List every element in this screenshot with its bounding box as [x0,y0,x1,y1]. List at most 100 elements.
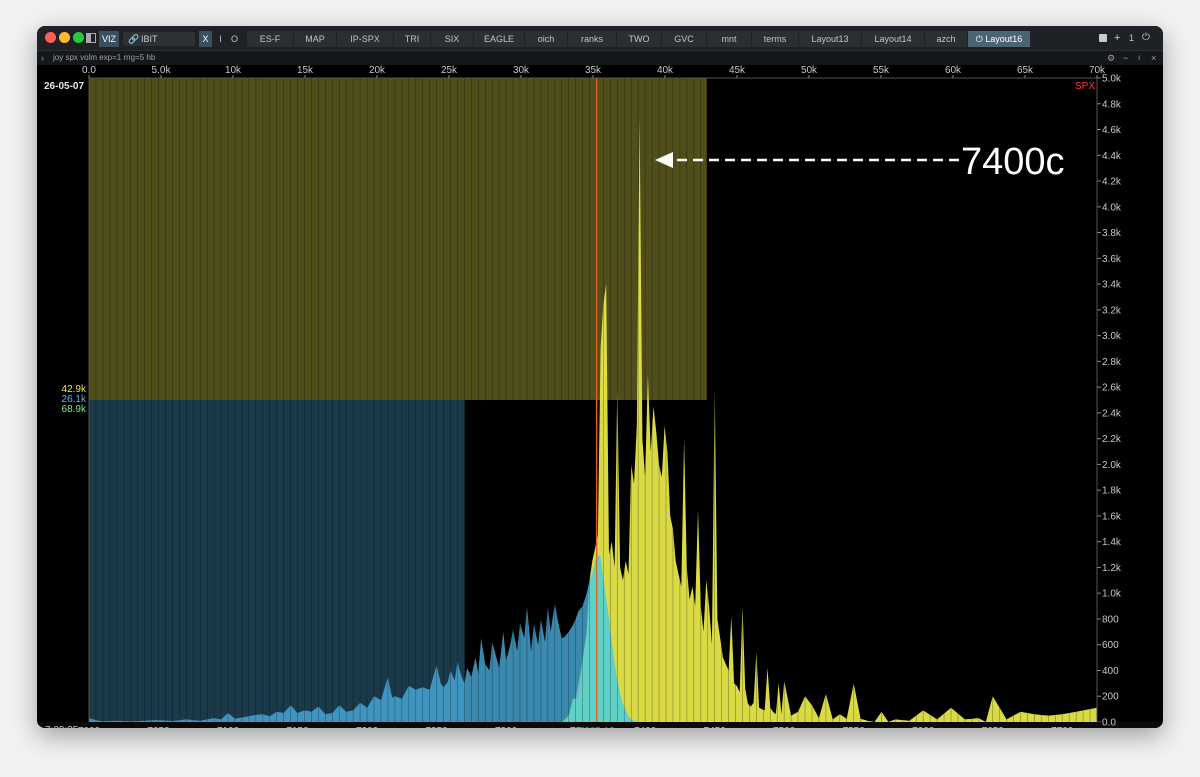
add-icon[interactable]: + [1114,26,1120,50]
pin-icon[interactable]: ı [1138,51,1140,65]
y-tick-label: 1.2k [1102,563,1122,574]
total-volume-label: 68.9k [62,404,87,415]
y-tick-label: 5.0k [1102,74,1122,85]
save-icon[interactable] [1099,34,1107,42]
y-tick-label: 4.4k [1102,151,1122,162]
y-tick-label: 800 [1102,614,1119,625]
y-tick-label: 4.6k [1102,125,1122,136]
mode-x-button[interactable]: X [199,31,212,47]
tab-ip-spx[interactable]: IP-SPX [337,31,393,47]
mode-i-button[interactable]: I [214,31,227,47]
link-icon: 🔗 [128,34,140,44]
top-tick-label: 35k [585,65,602,76]
symbol-input[interactable]: 🔗 IBIT [123,32,195,46]
tab-tri[interactable]: TRI [394,31,430,47]
top-tick-label: 25k [441,65,458,76]
y-tick-label: 2.0k [1102,460,1122,471]
y-tick-label: 4.0k [1102,202,1122,213]
tab-layout16-label: Layout16 [985,34,1023,44]
maximize-button[interactable] [73,32,84,43]
y-tick-label: 200 [1102,692,1119,703]
x-tick-label: 7050 [147,726,170,728]
y-tick-label: 3.8k [1102,228,1122,239]
top-tick-label: 0.0 [82,65,96,76]
command-bar: › joy spx volm exp=1 rng=5 hb ⚙ − ı × [37,50,1163,65]
top-tick-label: 15k [297,65,314,76]
x-tick-label: 7000 [78,726,101,728]
y-tick-label: 1.6k [1102,511,1122,522]
x-tick-label: 7200 [356,726,379,728]
gear-icon[interactable]: ⚙ [1107,51,1115,65]
x-tick-label: 7300 [495,726,518,728]
minimize-button[interactable] [59,32,70,43]
command-text[interactable]: joy spx volm exp=1 rng=5 hb [53,51,155,65]
window-count: 1 [1129,33,1135,43]
date-label: 26-05-07 [44,81,84,92]
y-tick-label: 1.4k [1102,537,1122,548]
y-tick-label: 1.0k [1102,589,1122,600]
top-tick-label: 50k [801,65,818,76]
symbol-label: SPX [1075,81,1095,92]
tab-gvc[interactable]: GVC [662,31,706,47]
tab-layout13[interactable]: Layout13 [799,31,861,47]
sidebar-toggle-icon[interactable] [86,33,96,43]
top-tick-label: 5.0k [152,65,172,76]
y-tick-label: 400 [1102,666,1119,677]
close-button[interactable] [45,32,56,43]
tab-azch[interactable]: azch [925,31,967,47]
time-label: 7:09:25 [45,725,79,728]
x-tick-label: 7550 [843,726,866,728]
x-tick-label: 7700 [1051,726,1074,728]
symbol-input-value: IBIT [141,34,158,44]
volume-chart: 0.0 5.0k 10k 15k 20k 25k 30k 35k 40k 45k 50k 55k 60k… [37,65,1163,729]
x-tick-label: 7500 [773,726,796,728]
top-tick-label: 45k [729,65,746,76]
y-tick-label: 2.4k [1102,408,1122,419]
minus-icon[interactable]: − [1123,51,1128,65]
y-tick-label: 3.0k [1102,331,1122,342]
tab-mnt[interactable]: mnt [707,31,751,47]
tab-two[interactable]: TWO [617,31,661,47]
title-bar: VIZ 🔗 IBIT X I O ES-F MAP IP-SPX TRI SIX… [37,26,1163,50]
top-tick-label: 40k [657,65,674,76]
tab-ranks[interactable]: ranks [568,31,616,47]
top-tick-label: 30k [513,65,530,76]
y-tick-label: 1.8k [1102,486,1122,497]
top-tick-label: 65k [1017,65,1034,76]
y-tick-label: 3.2k [1102,305,1122,316]
y-tick-label: 3.6k [1102,254,1122,265]
x-tick-label: 7150 [286,726,309,728]
tab-eagle[interactable]: EAGLE [474,31,524,47]
tab-terms[interactable]: terms [752,31,798,47]
top-tick-label: 55k [873,65,890,76]
annotation-text: 7400c [961,141,1065,183]
y-tick-label: 0.0 [1102,718,1116,729]
x-tick-label: 7450 [704,726,727,728]
chevron-right-icon: › [41,53,44,63]
top-tick-label: 10k [225,65,242,76]
app-window: VIZ 🔗 IBIT X I O ES-F MAP IP-SPX TRI SIX… [37,26,1163,728]
power-icon: ⏻ [975,34,986,44]
tab-layout14[interactable]: Layout14 [862,31,924,47]
tab-es-f[interactable]: ES-F [247,31,293,47]
y-tick-label: 600 [1102,640,1119,651]
x-tick-label: 7100 [217,726,240,728]
x-tick-label: 7600 [912,726,935,728]
tab-six[interactable]: SIX [431,31,473,47]
y-tick-label: 2.6k [1102,383,1122,394]
top-tick-label: 60k [945,65,962,76]
x-tick-label: 7650 [982,726,1005,728]
y-tick-label: 4.8k [1102,99,1122,110]
tab-map[interactable]: MAP [294,31,336,47]
y-tick-label: 2.8k [1102,357,1122,368]
viz-button[interactable]: VIZ [99,31,119,47]
tab-layout16[interactable]: ⏻ Layout16 [968,31,1030,47]
y-tick-label: 4.2k [1102,177,1122,188]
close-icon[interactable]: × [1151,51,1156,65]
y-tick-label: 2.2k [1102,434,1122,445]
power-off-icon[interactable]: ⏻ [1142,26,1150,50]
call-volume-box [89,78,707,400]
x-tick-label: 7400 [634,726,657,728]
tab-oich[interactable]: oich [525,31,567,47]
mode-o-button[interactable]: O [228,31,241,47]
